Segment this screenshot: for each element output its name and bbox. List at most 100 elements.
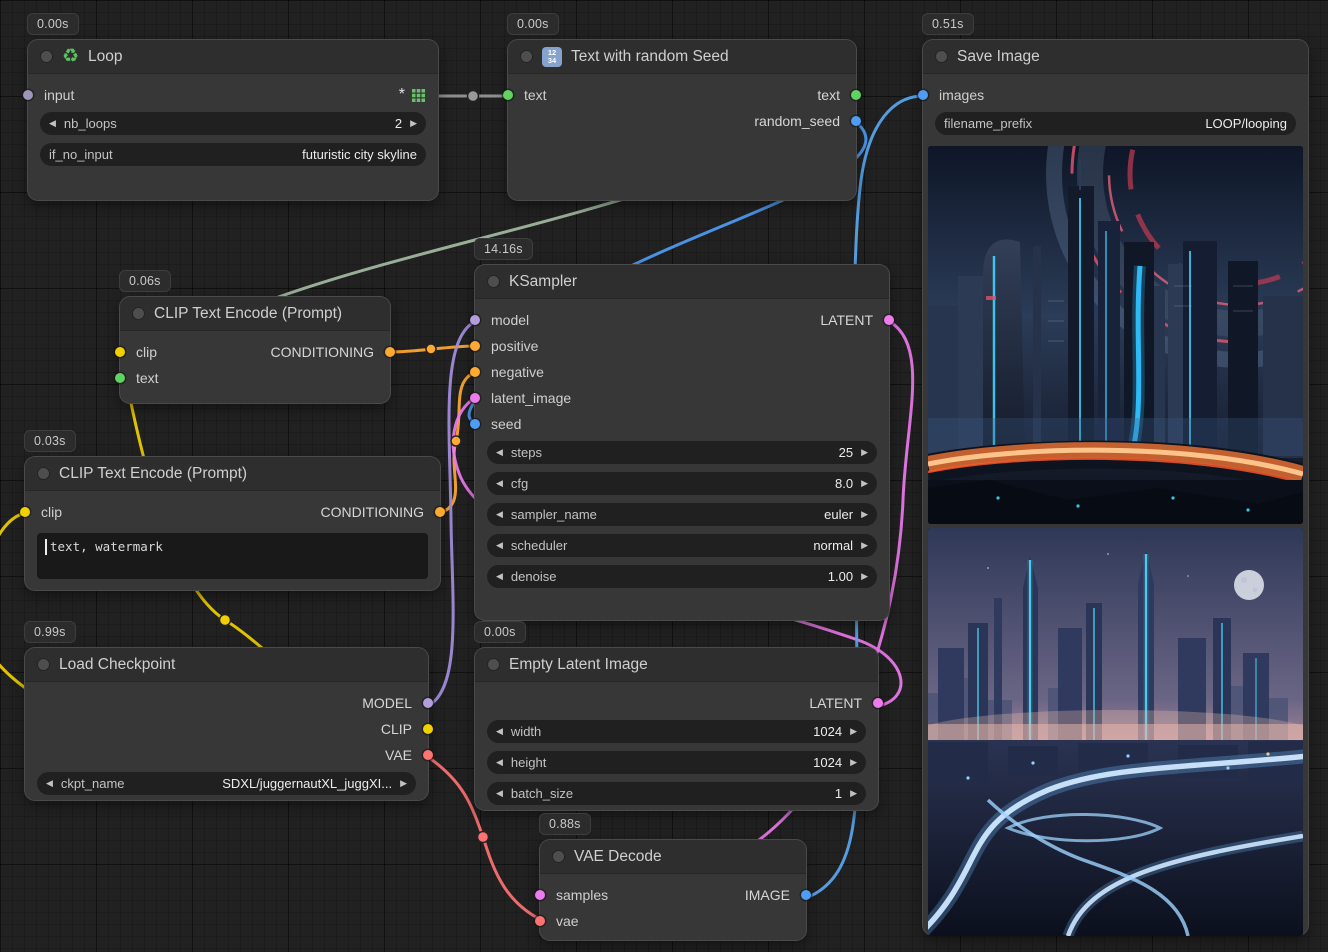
output-slot-conditioning[interactable] xyxy=(385,347,395,357)
node-ksampler[interactable]: 14.16s KSampler model LATENT positive ne… xyxy=(475,265,889,620)
node-clip-positive-titlebar[interactable]: CLIP Text Encode (Prompt) xyxy=(120,297,390,331)
input-slot-images[interactable] xyxy=(918,90,928,100)
output-slot-clip[interactable] xyxy=(423,724,433,734)
input-slot-clip[interactable] xyxy=(115,347,125,357)
node-clip-text-encode-positive[interactable]: 0.06s CLIP Text Encode (Prompt) clip CON… xyxy=(120,297,390,403)
output-slot-latent[interactable] xyxy=(884,315,894,325)
widget-ckpt-name[interactable]: ◀ ckpt_name SDXL/juggernautXL_juggXI... … xyxy=(37,772,416,795)
decrement-arrow-icon[interactable]: ◀ xyxy=(496,510,503,519)
collapse-dot[interactable] xyxy=(520,50,533,63)
collapse-dot[interactable] xyxy=(132,307,145,320)
decrement-arrow-icon[interactable]: ◀ xyxy=(496,727,503,736)
widget-scheduler[interactable]: ◀ scheduler normal ▶ xyxy=(487,534,877,557)
node-clip-text-encode-negative[interactable]: 0.03s CLIP Text Encode (Prompt) clip CON… xyxy=(25,457,440,590)
input-slot-model[interactable] xyxy=(470,315,480,325)
node-ksampler-titlebar[interactable]: KSampler xyxy=(475,265,889,299)
input-slot-latent-image[interactable] xyxy=(470,393,480,403)
slot-label: CONDITIONING xyxy=(321,504,424,520)
decrement-arrow-icon[interactable]: ◀ xyxy=(46,779,53,788)
collapse-dot[interactable] xyxy=(487,275,500,288)
text-cursor xyxy=(45,539,47,555)
prompt-text-area[interactable]: text, watermark xyxy=(37,533,428,579)
node-empty-latent-titlebar[interactable]: Empty Latent Image xyxy=(475,648,878,682)
decrement-arrow-icon[interactable]: ◀ xyxy=(496,448,503,457)
increment-arrow-icon[interactable]: ▶ xyxy=(861,510,868,519)
collapse-dot[interactable] xyxy=(37,658,50,671)
widget-sampler-name[interactable]: ◀ sampler_name euler ▶ xyxy=(487,503,877,526)
increment-arrow-icon[interactable]: ▶ xyxy=(410,119,417,128)
widget-batch-size[interactable]: ◀ batch_size 1 ▶ xyxy=(487,782,866,805)
widget-denoise[interactable]: ◀ denoise 1.00 ▶ xyxy=(487,565,877,588)
reroute-dot[interactable] xyxy=(426,344,436,354)
grid-output-icon[interactable] xyxy=(412,89,425,102)
widget-label: height xyxy=(511,755,546,770)
widget-value: 1024 xyxy=(813,724,842,739)
output-slot-model[interactable] xyxy=(423,698,433,708)
widget-steps[interactable]: ◀ steps 25 ▶ xyxy=(487,441,877,464)
collapse-dot[interactable] xyxy=(552,850,565,863)
widget-cfg[interactable]: ◀ cfg 8.0 ▶ xyxy=(487,472,877,495)
output-slot-random-seed[interactable] xyxy=(851,116,861,126)
decrement-arrow-icon[interactable]: ◀ xyxy=(496,572,503,581)
reroute-dot[interactable] xyxy=(451,436,461,446)
reroute-dot[interactable] xyxy=(478,832,489,843)
node-clip-negative-titlebar[interactable]: CLIP Text Encode (Prompt) xyxy=(25,457,440,491)
increment-arrow-icon[interactable]: ▶ xyxy=(861,541,868,550)
node-text-seed-titlebar[interactable]: 12 34 Text with random Seed xyxy=(508,40,856,74)
node-checkpoint-titlebar[interactable]: Load Checkpoint xyxy=(25,648,428,682)
node-vae-decode[interactable]: 0.88s VAE Decode samples IMAGE vae xyxy=(540,840,806,940)
output-slot-vae[interactable] xyxy=(423,750,433,760)
input-slot-positive[interactable] xyxy=(470,341,480,351)
node-loop[interactable]: 0.00s ♻ Loop input * ◀ nb_loops 2 ▶ if_n… xyxy=(28,40,438,200)
input-slot-samples[interactable] xyxy=(535,890,545,900)
widget-nb-loops[interactable]: ◀ nb_loops 2 ▶ xyxy=(40,112,426,135)
input-slot-seed[interactable] xyxy=(470,419,480,429)
increment-arrow-icon[interactable]: ▶ xyxy=(400,779,407,788)
widget-width[interactable]: ◀ width 1024 ▶ xyxy=(487,720,866,743)
slot-row: positive xyxy=(475,333,889,359)
wire-negative-conditioning xyxy=(440,372,476,513)
decrement-arrow-icon[interactable]: ◀ xyxy=(496,789,503,798)
input-slot-text[interactable] xyxy=(115,373,125,383)
increment-arrow-icon[interactable]: ▶ xyxy=(861,448,868,457)
node-loop-titlebar[interactable]: ♻ Loop xyxy=(28,40,438,74)
increment-arrow-icon[interactable]: ▶ xyxy=(850,758,857,767)
decrement-arrow-icon[interactable]: ◀ xyxy=(496,541,503,550)
collapse-dot[interactable] xyxy=(40,50,53,63)
node-save-image-titlebar[interactable]: Save Image xyxy=(923,40,1308,74)
collapse-dot[interactable] xyxy=(37,467,50,480)
increment-arrow-icon[interactable]: ▶ xyxy=(850,727,857,736)
input-slot-clip[interactable] xyxy=(20,507,30,517)
decrement-arrow-icon[interactable]: ◀ xyxy=(496,758,503,767)
widget-height[interactable]: ◀ height 1024 ▶ xyxy=(487,751,866,774)
node-graph-canvas[interactable]: { "palette": { "any_wire": "#9a9a9a", "t… xyxy=(0,0,1328,952)
node-text-with-random-seed[interactable]: 0.00s 12 34 Text with random Seed text t… xyxy=(508,40,856,200)
widget-label: denoise xyxy=(511,569,557,584)
increment-arrow-icon[interactable]: ▶ xyxy=(861,572,868,581)
node-vae-decode-titlebar[interactable]: VAE Decode xyxy=(540,840,806,874)
collapse-dot[interactable] xyxy=(487,658,500,671)
input-slot-text[interactable] xyxy=(503,90,513,100)
input-slot-negative[interactable] xyxy=(470,367,480,377)
execution-time-badge: 0.03s xyxy=(25,431,75,451)
decrement-arrow-icon[interactable]: ◀ xyxy=(496,479,503,488)
output-slot-text[interactable] xyxy=(851,90,861,100)
node-load-checkpoint[interactable]: 0.99s Load Checkpoint MODEL CLIP VAE ◀ c… xyxy=(25,648,428,800)
increment-arrow-icon[interactable]: ▶ xyxy=(850,789,857,798)
widget-if-no-input[interactable]: if_no_input futuristic city skyline xyxy=(40,143,426,166)
collapse-dot[interactable] xyxy=(935,50,948,63)
input-slot-vae[interactable] xyxy=(535,916,545,926)
widget-filename-prefix[interactable]: filename_prefix LOOP/looping xyxy=(935,112,1296,135)
output-slot-image[interactable] xyxy=(801,890,811,900)
input-slot-input[interactable] xyxy=(23,90,33,100)
reroute-dot[interactable] xyxy=(468,91,479,102)
output-slot-conditioning[interactable] xyxy=(435,507,445,517)
slot-row: text text xyxy=(508,82,856,108)
output-slot-latent[interactable] xyxy=(873,698,883,708)
decrement-arrow-icon[interactable]: ◀ xyxy=(49,119,56,128)
increment-arrow-icon[interactable]: ▶ xyxy=(861,479,868,488)
node-save-image[interactable]: 0.51s Save Image images filename_prefix … xyxy=(923,40,1308,935)
slot-label: input xyxy=(44,87,74,103)
node-empty-latent-image[interactable]: 0.00s Empty Latent Image LATENT ◀ width … xyxy=(475,648,878,810)
reroute-dot[interactable] xyxy=(220,615,231,626)
